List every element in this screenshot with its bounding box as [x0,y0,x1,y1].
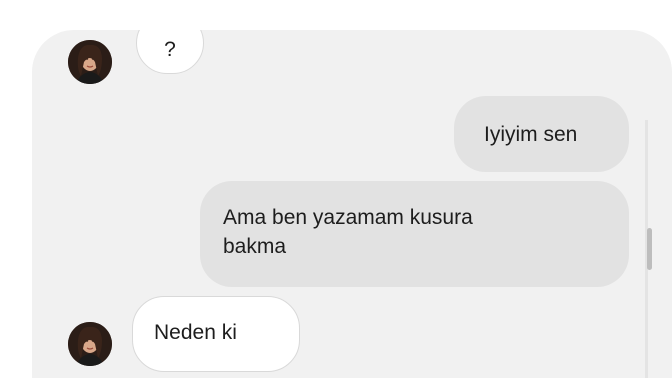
message-bubble-incoming[interactable]: Neden ki [132,296,300,372]
scrollbar-thumb[interactable] [647,228,652,270]
message-text: ? [164,38,176,61]
message-text: Ama ben yazamam kusura bakma [223,206,473,258]
contact-avatar-icon[interactable] [68,40,112,84]
message-bubble-outgoing[interactable]: Iyiyim sen [454,96,629,172]
screenshot-frame: ? Iyiyim sen Ama ben yazamam kusura bakm… [0,0,672,378]
message-text: Neden ki [154,321,237,344]
contact-avatar-icon[interactable] [68,322,112,366]
message-bubble-incoming[interactable]: ? [136,30,204,74]
message-bubble-outgoing[interactable]: Ama ben yazamam kusura bakma [200,181,629,287]
chat-thread[interactable]: ? Iyiyim sen Ama ben yazamam kusura bakm… [32,30,672,378]
message-text: Iyiyim sen [484,123,578,146]
